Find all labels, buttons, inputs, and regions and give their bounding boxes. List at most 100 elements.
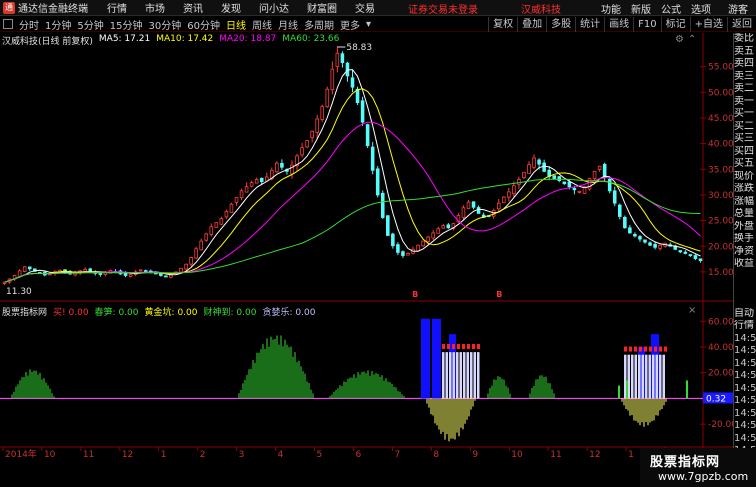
- restore-rights-button[interactable]: 复权: [488, 17, 517, 32]
- candle-body: [275, 162, 279, 173]
- price-tick-label: 20.00: [708, 242, 733, 252]
- stock-name-title: 汉威科技: [521, 5, 561, 16]
- candle-body: [365, 124, 370, 147]
- period-multi[interactable]: 多周期: [301, 17, 337, 32]
- period-1min[interactable]: 1分钟: [42, 17, 74, 32]
- side-tick-9: 14:50: [734, 420, 756, 431]
- main-panel-controls[interactable]: ⚙⌃: [675, 34, 700, 45]
- candle-body: [229, 203, 234, 213]
- candle-body: [325, 88, 330, 108]
- candle-body: [27, 266, 32, 270]
- candle-body: [587, 178, 592, 190]
- side-tick-4: 14:50: [734, 357, 756, 369]
- spring-shoot-label: 春笋: 0.00: [94, 308, 139, 318]
- side-tick-8: 14:50: [734, 407, 756, 419]
- time-tick-label: 8: [433, 450, 439, 460]
- side-label-1: 卖五: [734, 45, 754, 57]
- menu-wealth-circle[interactable]: 财富圈: [298, 0, 346, 15]
- side-label-6: 买一: [734, 108, 754, 119]
- menu-functions[interactable]: 功能: [596, 1, 626, 16]
- menu-trade[interactable]: 交易: [346, 0, 384, 15]
- candle-body: [249, 182, 254, 187]
- draw-line-button[interactable]: 画线: [604, 17, 633, 32]
- greedy-joy-bar: [655, 354, 658, 399]
- watermark-title: 股票指标网: [650, 455, 721, 470]
- candle-body: [522, 171, 526, 178]
- period-daily[interactable]: 日线: [223, 17, 249, 32]
- buy-signal-arrow: [649, 346, 652, 352]
- menu-market[interactable]: 市场: [136, 0, 174, 15]
- side-label-15: 外盘: [734, 220, 754, 232]
- menu-formula[interactable]: 公式: [656, 1, 686, 16]
- menu-new-version[interactable]: 新版: [626, 1, 656, 16]
- side-label-9: 买四: [734, 145, 754, 157]
- period-weekly[interactable]: 周线: [249, 17, 275, 32]
- buy-signal-arrow: [477, 344, 480, 349]
- ma60-line: [4, 178, 701, 283]
- candle-body: [431, 232, 435, 239]
- candle-body: [315, 118, 319, 133]
- menu-discover[interactable]: 发现: [212, 0, 250, 15]
- menu-ask-xiaoda[interactable]: 问小达: [250, 0, 298, 15]
- candle-body: [138, 269, 143, 272]
- period-15min[interactable]: 15分钟: [107, 17, 146, 32]
- mark-button[interactable]: 标记: [660, 17, 690, 32]
- sub-tick-label: 40.00: [708, 343, 733, 353]
- title-bar: 通 通达信金融终端 行情 市场 资讯 发现 问小达 财富圈 交易 证券交易未登录…: [0, 0, 756, 16]
- candle-body: [436, 228, 441, 234]
- back-button[interactable]: 返回: [727, 17, 756, 32]
- candle-body: [17, 270, 22, 277]
- watermark-url: www.7gpzb.com: [658, 470, 749, 483]
- side-label-14: 总量: [734, 208, 754, 219]
- candle-body: [602, 163, 607, 178]
- overlay-button[interactable]: 叠加: [517, 17, 546, 32]
- side-label-3: 卖三: [734, 70, 754, 82]
- chevron-down-icon[interactable]: ▾: [363, 19, 374, 30]
- time-tick-label: 10: [44, 450, 56, 460]
- indicator-name[interactable]: 股票指标网: [2, 305, 47, 318]
- candle-body: [532, 157, 536, 168]
- chart-area[interactable]: 15.00 20.00 25.00 30.00 35.00 40.00 45.00 50.00…: [0, 33, 733, 479]
- greedy-joy-bar: [463, 352, 466, 399]
- menu-news[interactable]: 资讯: [174, 0, 212, 15]
- menu-quotes[interactable]: 行情: [98, 0, 136, 15]
- period-30min[interactable]: 30分钟: [145, 17, 184, 32]
- sub-panel-controls[interactable]: ×: [688, 305, 700, 316]
- greedy-joy-bar: [473, 352, 476, 399]
- multi-stock-button[interactable]: 多股: [546, 17, 575, 32]
- period-monthly[interactable]: 月线: [275, 17, 301, 32]
- greedy-joy-bar: [449, 352, 452, 399]
- kline-chart[interactable]: 15.00 20.00 25.00 30.00 35.00 40.00 45.00 50.00…: [0, 33, 733, 479]
- greedy-joy-label: 贪婪乐: 0.00: [262, 308, 316, 318]
- greedy-joy-bar: [470, 352, 473, 399]
- close-icon[interactable]: ×: [688, 305, 700, 316]
- buy-signal-arrow: [629, 346, 632, 352]
- period-60min[interactable]: 60分钟: [184, 17, 223, 32]
- quote-side-panel: 委比 卖五 卖四 卖三 卖二 卖一 买一 买二 买三 买四 买五 现价 涨跌 涨幅 总量 外盘 换手 净资 收益 自动…: [733, 33, 756, 487]
- candle-body: [239, 190, 244, 199]
- period-intraday[interactable]: 分时: [16, 17, 42, 32]
- candle-body: [184, 263, 188, 270]
- layout-icon[interactable]: [3, 19, 13, 29]
- chart-toolbar: 复权 叠加 多股 统计 画线 F10 标记 +自选 返回: [488, 17, 756, 32]
- candle-body: [396, 244, 400, 253]
- time-tick-label: 6: [356, 450, 362, 460]
- candle-body: [476, 207, 481, 214]
- buy-signal-arrow: [634, 346, 637, 352]
- candle-body: [159, 273, 163, 276]
- settings-icon[interactable]: ⚙: [675, 34, 688, 45]
- period-more[interactable]: 更多: [337, 17, 363, 32]
- app-title: 通达信金融终端: [18, 4, 88, 15]
- guest-label[interactable]: 游客: [716, 1, 756, 16]
- period-5min[interactable]: 5分钟: [74, 17, 106, 32]
- buy-signal-arrow: [654, 346, 657, 352]
- login-notice[interactable]: 证券交易未登录: [408, 1, 478, 16]
- menu-options[interactable]: 选项: [686, 1, 716, 16]
- statistics-button[interactable]: 统计: [575, 17, 604, 32]
- f10-button[interactable]: F10: [633, 17, 660, 32]
- collapse-icon[interactable]: ⌃: [688, 34, 700, 45]
- add-watchlist-button[interactable]: +自选: [689, 17, 727, 32]
- candle-body: [219, 218, 224, 225]
- sub-tick-label: 60.00: [708, 317, 733, 327]
- ma10-label: MA10: 17.42: [156, 34, 214, 44]
